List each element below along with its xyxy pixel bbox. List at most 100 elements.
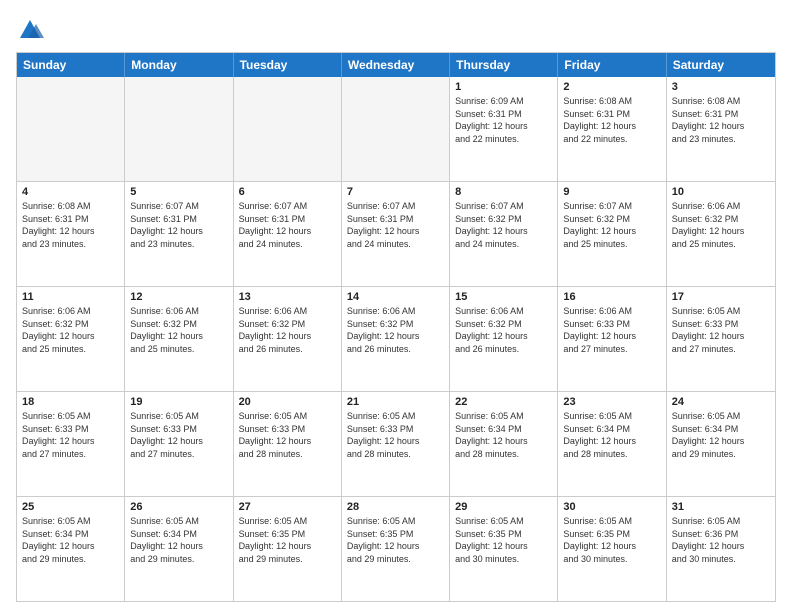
cell-info: Sunrise: 6:05 AM Sunset: 6:34 PM Dayligh… xyxy=(455,410,552,460)
day-number: 2 xyxy=(563,81,660,93)
cell-info: Sunrise: 6:07 AM Sunset: 6:31 PM Dayligh… xyxy=(347,200,444,250)
calendar-cell: 23 Sunrise: 6:05 AM Sunset: 6:34 PM Dayli… xyxy=(558,392,666,496)
cell-info: Sunrise: 6:05 AM Sunset: 6:34 PM Dayligh… xyxy=(130,515,227,565)
day-number: 16 xyxy=(563,291,660,303)
cell-info: Sunrise: 6:05 AM Sunset: 6:34 PM Dayligh… xyxy=(563,410,660,460)
calendar-cell: 9Sunrise: 6:07 AM Sunset: 6:32 PM Daylig… xyxy=(558,182,666,286)
calendar-cell: 27 Sunrise: 6:05 AM Sunset: 6:35 PM Dayli… xyxy=(234,497,342,601)
day-number: 27 xyxy=(239,501,336,513)
calendar-cell: 22 Sunrise: 6:05 AM Sunset: 6:34 PM Dayli… xyxy=(450,392,558,496)
day-number: 14 xyxy=(347,291,444,303)
cell-info: Sunrise: 6:06 AM Sunset: 6:32 PM Dayligh… xyxy=(347,305,444,355)
cell-info: Sunrise: 6:06 AM Sunset: 6:32 PM Dayligh… xyxy=(239,305,336,355)
day-number: 6 xyxy=(239,186,336,198)
cell-info: Sunrise: 6:05 AM Sunset: 6:33 PM Dayligh… xyxy=(22,410,119,460)
weekday-header: Saturday xyxy=(667,53,775,77)
cell-info: Sunrise: 6:05 AM Sunset: 6:33 PM Dayligh… xyxy=(672,305,770,355)
cell-info: Sunrise: 6:05 AM Sunset: 6:35 PM Dayligh… xyxy=(347,515,444,565)
calendar-week-row: 4Sunrise: 6:08 AM Sunset: 6:31 PM Daylig… xyxy=(17,182,775,287)
calendar-cell xyxy=(125,77,233,181)
cell-info: Sunrise: 6:06 AM Sunset: 6:33 PM Dayligh… xyxy=(563,305,660,355)
calendar-cell: 30 Sunrise: 6:05 AM Sunset: 6:35 PM Dayli… xyxy=(558,497,666,601)
day-number: 22 xyxy=(455,396,552,408)
calendar-cell: 26 Sunrise: 6:05 AM Sunset: 6:34 PM Dayli… xyxy=(125,497,233,601)
day-number: 7 xyxy=(347,186,444,198)
weekday-header: Wednesday xyxy=(342,53,450,77)
day-number: 30 xyxy=(563,501,660,513)
calendar-cell: 17 Sunrise: 6:05 AM Sunset: 6:33 PM Dayli… xyxy=(667,287,775,391)
logo xyxy=(16,16,48,44)
calendar-week-row: 1Sunrise: 6:09 AM Sunset: 6:31 PM Daylig… xyxy=(17,77,775,182)
day-number: 12 xyxy=(130,291,227,303)
day-number: 13 xyxy=(239,291,336,303)
cell-info: Sunrise: 6:07 AM Sunset: 6:32 PM Dayligh… xyxy=(563,200,660,250)
cell-info: Sunrise: 6:05 AM Sunset: 6:35 PM Dayligh… xyxy=(239,515,336,565)
day-number: 5 xyxy=(130,186,227,198)
weekday-header: Sunday xyxy=(17,53,125,77)
calendar-cell: 8Sunrise: 6:07 AM Sunset: 6:32 PM Daylig… xyxy=(450,182,558,286)
calendar-cell: 19 Sunrise: 6:05 AM Sunset: 6:33 PM Dayli… xyxy=(125,392,233,496)
calendar-body: 1Sunrise: 6:09 AM Sunset: 6:31 PM Daylig… xyxy=(17,77,775,601)
calendar: SundayMondayTuesdayWednesdayThursdayFrid… xyxy=(16,52,776,602)
cell-info: Sunrise: 6:05 AM Sunset: 6:35 PM Dayligh… xyxy=(563,515,660,565)
calendar-cell: 25Sunrise: 6:05 AM Sunset: 6:34 PM Dayli… xyxy=(17,497,125,601)
day-number: 31 xyxy=(672,501,770,513)
calendar-cell: 16 Sunrise: 6:06 AM Sunset: 6:33 PM Dayli… xyxy=(558,287,666,391)
day-number: 19 xyxy=(130,396,227,408)
calendar-cell xyxy=(234,77,342,181)
day-number: 1 xyxy=(455,81,552,93)
calendar-cell: 4Sunrise: 6:08 AM Sunset: 6:31 PM Daylig… xyxy=(17,182,125,286)
calendar-cell: 13 Sunrise: 6:06 AM Sunset: 6:32 PM Dayli… xyxy=(234,287,342,391)
cell-info: Sunrise: 6:05 AM Sunset: 6:36 PM Dayligh… xyxy=(672,515,770,565)
cell-info: Sunrise: 6:05 AM Sunset: 6:33 PM Dayligh… xyxy=(130,410,227,460)
calendar-cell: 2 Sunrise: 6:08 AM Sunset: 6:31 PM Daylig… xyxy=(558,77,666,181)
weekday-header: Friday xyxy=(558,53,666,77)
day-number: 21 xyxy=(347,396,444,408)
weekday-header: Monday xyxy=(125,53,233,77)
header xyxy=(16,16,776,44)
day-number: 23 xyxy=(563,396,660,408)
day-number: 11 xyxy=(22,291,119,303)
cell-info: Sunrise: 6:07 AM Sunset: 6:31 PM Dayligh… xyxy=(130,200,227,250)
cell-info: Sunrise: 6:05 AM Sunset: 6:34 PM Dayligh… xyxy=(672,410,770,460)
cell-info: Sunrise: 6:08 AM Sunset: 6:31 PM Dayligh… xyxy=(563,95,660,145)
calendar-week-row: 18 Sunrise: 6:05 AM Sunset: 6:33 PM Dayli… xyxy=(17,392,775,497)
calendar-header-row: SundayMondayTuesdayWednesdayThursdayFrid… xyxy=(17,53,775,77)
calendar-cell: 10 Sunrise: 6:06 AM Sunset: 6:32 PM Dayli… xyxy=(667,182,775,286)
day-number: 18 xyxy=(22,396,119,408)
day-number: 24 xyxy=(672,396,770,408)
calendar-cell: 24 Sunrise: 6:05 AM Sunset: 6:34 PM Dayli… xyxy=(667,392,775,496)
day-number: 10 xyxy=(672,186,770,198)
cell-info: Sunrise: 6:06 AM Sunset: 6:32 PM Dayligh… xyxy=(455,305,552,355)
calendar-cell: 29Sunrise: 6:05 AM Sunset: 6:35 PM Dayli… xyxy=(450,497,558,601)
cell-info: Sunrise: 6:07 AM Sunset: 6:31 PM Dayligh… xyxy=(239,200,336,250)
day-number: 8 xyxy=(455,186,552,198)
calendar-cell: 28Sunrise: 6:05 AM Sunset: 6:35 PM Dayli… xyxy=(342,497,450,601)
cell-info: Sunrise: 6:06 AM Sunset: 6:32 PM Dayligh… xyxy=(130,305,227,355)
day-number: 20 xyxy=(239,396,336,408)
calendar-cell: 21 Sunrise: 6:05 AM Sunset: 6:33 PM Dayli… xyxy=(342,392,450,496)
cell-info: Sunrise: 6:05 AM Sunset: 6:33 PM Dayligh… xyxy=(239,410,336,460)
logo-icon xyxy=(16,16,44,44)
calendar-cell: 18 Sunrise: 6:05 AM Sunset: 6:33 PM Dayli… xyxy=(17,392,125,496)
calendar-cell: 1Sunrise: 6:09 AM Sunset: 6:31 PM Daylig… xyxy=(450,77,558,181)
calendar-cell: 6 Sunrise: 6:07 AM Sunset: 6:31 PM Daylig… xyxy=(234,182,342,286)
day-number: 26 xyxy=(130,501,227,513)
calendar-cell: 7 Sunrise: 6:07 AM Sunset: 6:31 PM Daylig… xyxy=(342,182,450,286)
calendar-cell: 3Sunrise: 6:08 AM Sunset: 6:31 PM Daylig… xyxy=(667,77,775,181)
calendar-cell: 12 Sunrise: 6:06 AM Sunset: 6:32 PM Dayli… xyxy=(125,287,233,391)
calendar-week-row: 11 Sunrise: 6:06 AM Sunset: 6:32 PM Dayli… xyxy=(17,287,775,392)
day-number: 15 xyxy=(455,291,552,303)
calendar-week-row: 25Sunrise: 6:05 AM Sunset: 6:34 PM Dayli… xyxy=(17,497,775,601)
day-number: 17 xyxy=(672,291,770,303)
calendar-cell xyxy=(342,77,450,181)
calendar-cell: 5 Sunrise: 6:07 AM Sunset: 6:31 PM Daylig… xyxy=(125,182,233,286)
calendar-cell: 15 Sunrise: 6:06 AM Sunset: 6:32 PM Dayli… xyxy=(450,287,558,391)
calendar-cell: 20 Sunrise: 6:05 AM Sunset: 6:33 PM Dayli… xyxy=(234,392,342,496)
day-number: 4 xyxy=(22,186,119,198)
cell-info: Sunrise: 6:05 AM Sunset: 6:34 PM Dayligh… xyxy=(22,515,119,565)
cell-info: Sunrise: 6:05 AM Sunset: 6:33 PM Dayligh… xyxy=(347,410,444,460)
calendar-cell xyxy=(17,77,125,181)
day-number: 3 xyxy=(672,81,770,93)
cell-info: Sunrise: 6:06 AM Sunset: 6:32 PM Dayligh… xyxy=(672,200,770,250)
